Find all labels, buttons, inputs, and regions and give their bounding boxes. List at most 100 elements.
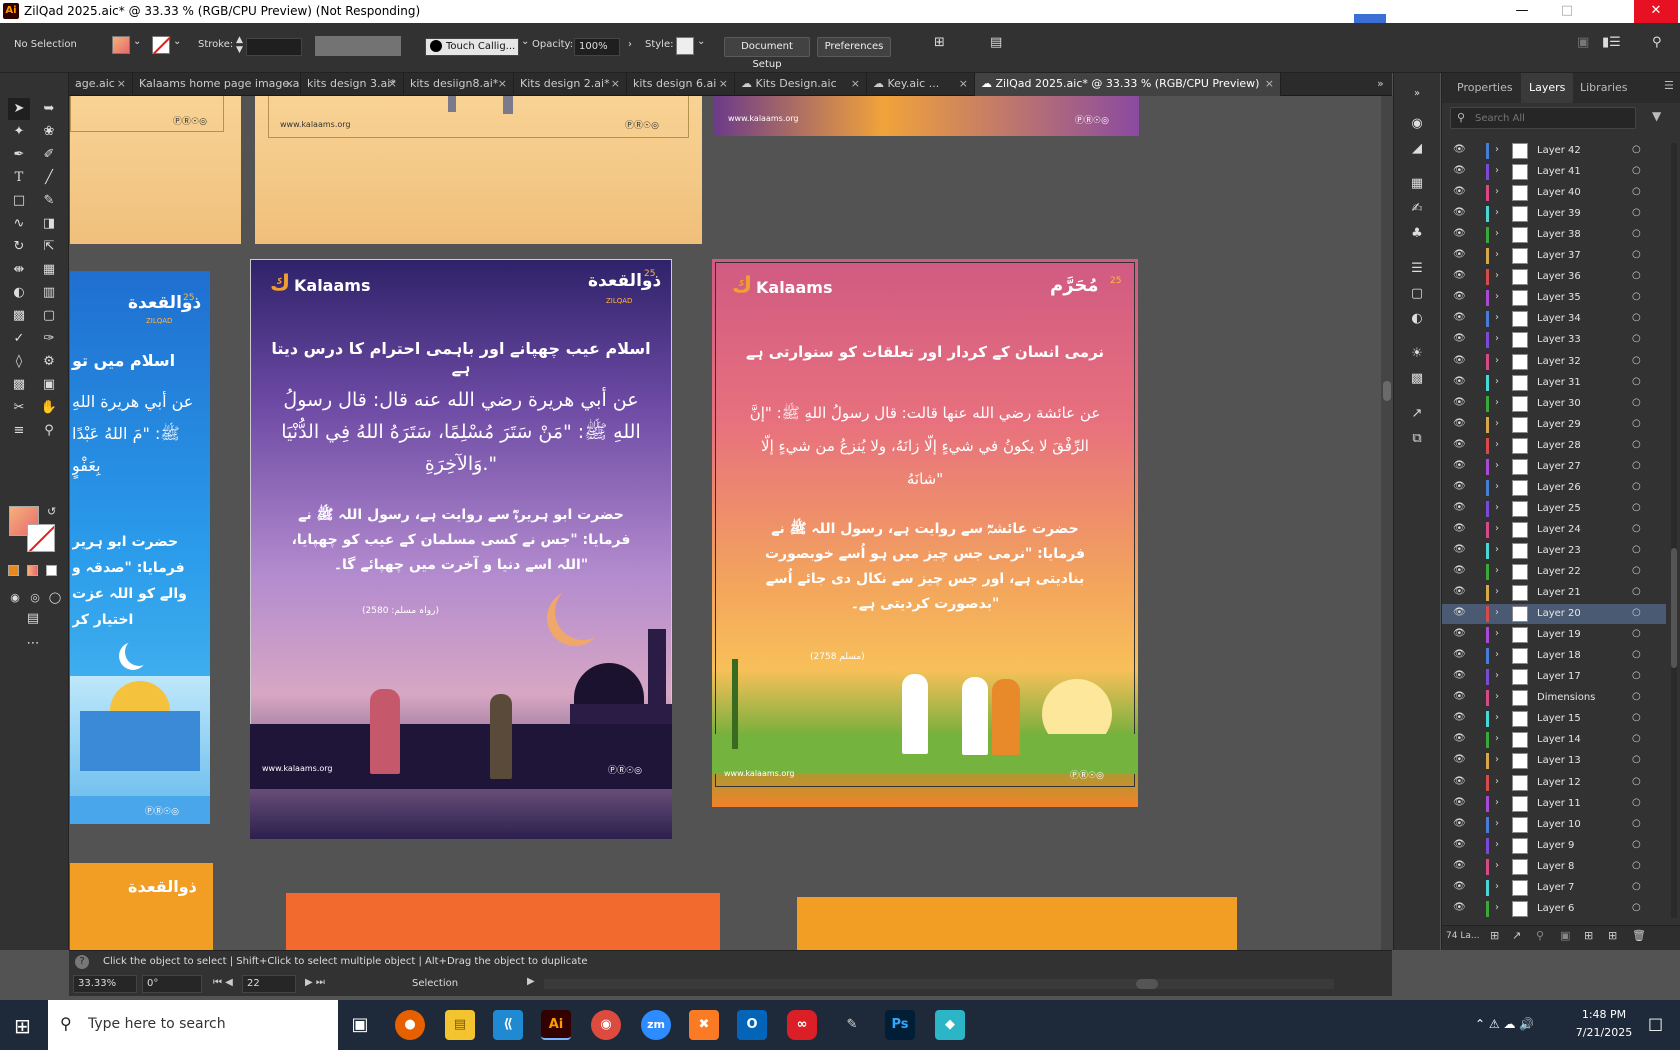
variable-width-profile[interactable]	[315, 36, 401, 56]
target-circle-icon[interactable]: ○	[1632, 502, 1641, 513]
gradient-mode-icon[interactable]	[27, 565, 38, 576]
target-circle-icon[interactable]: ○	[1632, 649, 1641, 660]
expand-chevron-icon[interactable]: ›	[1495, 481, 1499, 492]
card-blue-partial[interactable]: ذوالقعدة 25 ZILQAD اسلام میں تو عن أبي ه…	[70, 271, 210, 824]
expand-chevron-icon[interactable]: ›	[1495, 460, 1499, 471]
tab-libraries[interactable]: Libraries	[1580, 81, 1628, 94]
artboard-field[interactable]: 22	[242, 975, 296, 993]
layer-row[interactable]: 👁 › Layer 25 ○	[1442, 499, 1666, 519]
visibility-eye-icon[interactable]: 👁	[1453, 776, 1466, 787]
layer-row[interactable]: 👁 › Layer 26 ○	[1442, 478, 1666, 498]
chevron-down-icon[interactable]: ⌄	[697, 36, 705, 47]
visibility-eye-icon[interactable]: 👁	[1453, 565, 1466, 576]
visibility-eye-icon[interactable]: 👁	[1453, 881, 1466, 892]
visibility-eye-icon[interactable]: 👁	[1453, 818, 1466, 829]
vscode-icon[interactable]: ⟪	[493, 1010, 523, 1040]
layer-row[interactable]: 👁 › Layer 24 ○	[1442, 520, 1666, 540]
visibility-eye-icon[interactable]: 👁	[1453, 754, 1466, 765]
file-explorer-icon[interactable]: ▤	[445, 1010, 475, 1040]
zoom-tool-icon[interactable]: ⚲	[38, 420, 60, 442]
target-circle-icon[interactable]: ○	[1632, 355, 1641, 366]
app-icon[interactable]: ◆	[935, 1010, 965, 1040]
document-tab-active[interactable]: ☁ ZilQad 2025.aic* @ 33.33 % (RGB/CPU Pr…	[975, 73, 1281, 96]
asset-export-icon[interactable]: ▩	[1406, 368, 1428, 390]
target-circle-icon[interactable]: ○	[1632, 165, 1641, 176]
draw-normal-icon[interactable]: ◉	[4, 587, 26, 609]
stroke-panel-icon[interactable]: ☰	[1406, 258, 1428, 280]
layers-search[interactable]: ⚲	[1450, 107, 1636, 129]
layers-search-input[interactable]	[1475, 110, 1630, 126]
rotate-tool-icon[interactable]: ↻	[8, 236, 30, 258]
layer-row[interactable]: 👁 › Layer 31 ○	[1442, 373, 1666, 393]
system-tray-icons[interactable]: ⌃ ⚠ ☁ 🔊	[1475, 1017, 1534, 1031]
layer-row[interactable]: 👁 › Dimensions ○	[1442, 688, 1666, 708]
close-window-button[interactable]: ✕	[1634, 0, 1678, 23]
expand-chevron-icon[interactable]: ›	[1495, 712, 1499, 723]
target-circle-icon[interactable]: ○	[1632, 754, 1641, 765]
artboard-top-right[interactable]: www.kalaams.org ⓅⓇ☉◎	[713, 96, 1139, 136]
graph-tool-icon[interactable]: ▩	[8, 374, 30, 396]
visibility-eye-icon[interactable]: 👁	[1453, 628, 1466, 639]
target-circle-icon[interactable]: ○	[1632, 712, 1641, 723]
visibility-eye-icon[interactable]: 👁	[1453, 144, 1466, 155]
layer-row[interactable]: 👁 › Layer 9 ○	[1442, 836, 1666, 856]
fill-swatch[interactable]	[112, 36, 130, 54]
target-circle-icon[interactable]: ○	[1632, 418, 1641, 429]
visibility-eye-icon[interactable]: 👁	[1453, 691, 1466, 702]
expand-chevron-icon[interactable]: ›	[1495, 312, 1499, 323]
visibility-eye-icon[interactable]: 👁	[1453, 207, 1466, 218]
stroke-stepper[interactable]: ▲ ▼	[236, 35, 243, 55]
recolor-icon[interactable]: ▤	[990, 35, 1002, 50]
hand-tool-icon[interactable]: ✋	[38, 397, 60, 419]
shape-builder-icon[interactable]: ◐	[8, 282, 30, 304]
artboard-bottom-right[interactable]	[797, 897, 1237, 950]
chevron-down-icon[interactable]: ⌄	[173, 36, 181, 47]
target-circle-icon[interactable]: ○	[1632, 228, 1641, 239]
expand-chevron-icon[interactable]: ›	[1495, 207, 1499, 218]
creative-cloud-icon[interactable]: ∞	[787, 1010, 817, 1040]
lasso-icon[interactable]: ❀	[38, 121, 60, 143]
artboard-top-middle[interactable]: www.kalaams.org ⓅⓇ☉◎	[255, 96, 702, 244]
expand-chevron-icon[interactable]: ›	[1495, 186, 1499, 197]
layer-row[interactable]: 👁 › Layer 38 ○	[1442, 225, 1666, 245]
expand-chevron-icon[interactable]: ›	[1495, 397, 1499, 408]
print-tiling-icon[interactable]: ≡	[8, 420, 30, 442]
layer-row[interactable]: 👁 › Layer 20 ○	[1442, 604, 1666, 625]
measure-icon[interactable]: ✑	[38, 328, 60, 350]
symbol-sprayer-icon[interactable]: ⚙	[38, 351, 60, 373]
visibility-eye-icon[interactable]: 👁	[1453, 228, 1466, 239]
target-circle-icon[interactable]: ○	[1632, 902, 1641, 913]
blend-tool-icon[interactable]: ◊	[8, 351, 30, 373]
align-icon[interactable]: ⊞	[934, 35, 945, 50]
target-circle-icon[interactable]: ○	[1632, 481, 1641, 492]
card-orange[interactable]: ك Kalaams مُحَرَّم 25 نرمی انسان کے کردا…	[712, 259, 1138, 807]
brushes-icon[interactable]: ✍	[1406, 198, 1428, 220]
canvas-vertical-scrollbar[interactable]	[1381, 96, 1393, 950]
clock-date[interactable]: 7/21/2025	[1570, 1026, 1638, 1039]
clock-time[interactable]: 1:48 PM	[1574, 1008, 1634, 1021]
artboard-bottom-left[interactable]: ذوالقعدة	[70, 863, 213, 950]
visibility-eye-icon[interactable]: 👁	[1453, 523, 1466, 534]
target-circle-icon[interactable]: ○	[1632, 839, 1641, 850]
visibility-eye-icon[interactable]: 👁	[1453, 312, 1466, 323]
visibility-eye-icon[interactable]: 👁	[1453, 502, 1466, 513]
locate-object-icon[interactable]: ⚲	[1536, 929, 1544, 942]
visibility-eye-icon[interactable]: 👁	[1453, 649, 1466, 660]
target-circle-icon[interactable]: ○	[1632, 881, 1641, 892]
target-circle-icon[interactable]: ○	[1632, 776, 1641, 787]
expand-chevron-icon[interactable]: ›	[1495, 228, 1499, 239]
layer-row[interactable]: 👁 › Layer 18 ○	[1442, 646, 1666, 666]
artboards-panel-icon[interactable]: ⧉	[1406, 428, 1428, 450]
graphic-styles-icon[interactable]: ☀	[1406, 343, 1428, 365]
draw-behind-icon[interactable]: ◎	[24, 587, 46, 609]
expand-chevron-icon[interactable]: ›	[1495, 902, 1499, 913]
workspace-switcher-icon[interactable]: ▮☰	[1602, 35, 1621, 50]
panel-menu-icon[interactable]: ☰	[1664, 79, 1674, 92]
document-tab[interactable]: age.aic ×	[69, 73, 133, 96]
expand-chevron-icon[interactable]: ›	[1495, 418, 1499, 429]
swap-colors-icon[interactable]: ↺	[47, 505, 56, 518]
expand-chevron-icon[interactable]: ›	[1495, 544, 1499, 555]
visibility-eye-icon[interactable]: 👁	[1453, 839, 1466, 850]
target-circle-icon[interactable]: ○	[1632, 607, 1641, 618]
visibility-eye-icon[interactable]: 👁	[1453, 333, 1466, 344]
